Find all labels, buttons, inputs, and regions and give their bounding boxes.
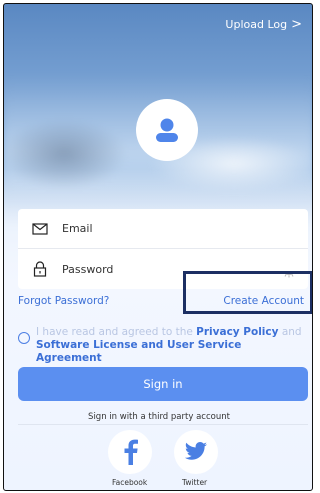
login-screen: Upload Log > Email Password Forgot Passw… bbox=[3, 3, 313, 491]
email-input[interactable]: Email bbox=[62, 222, 93, 235]
twitter-button[interactable] bbox=[174, 430, 218, 474]
agreement-row: I have read and agreed to the Privacy Po… bbox=[18, 326, 308, 365]
user-avatar-icon bbox=[156, 118, 178, 142]
facebook-button[interactable] bbox=[108, 430, 152, 474]
upload-log-link[interactable]: Upload Log > bbox=[225, 18, 302, 31]
email-field[interactable]: Email bbox=[18, 209, 308, 249]
third-party-caption: Sign in with a third party account bbox=[88, 412, 230, 422]
password-input[interactable]: Password bbox=[62, 263, 113, 276]
sign-in-button[interactable]: Sign in bbox=[18, 367, 308, 401]
facebook-icon bbox=[124, 439, 138, 465]
chevron-right-icon: > bbox=[291, 17, 302, 32]
software-license-link[interactable]: Software License and User Service Agreem… bbox=[36, 339, 241, 364]
twitter-label: Twitter bbox=[182, 478, 208, 487]
user-avatar[interactable] bbox=[136, 99, 198, 161]
highlight-box bbox=[183, 271, 312, 314]
agreement-prefix: I have read and agreed to the bbox=[36, 326, 197, 338]
agreement-text: I have read and agreed to the Privacy Po… bbox=[36, 326, 308, 365]
privacy-policy-link[interactable]: Privacy Policy bbox=[196, 326, 278, 338]
facebook-label: Facebook bbox=[112, 478, 148, 487]
lock-icon bbox=[18, 261, 62, 277]
twitter-icon bbox=[184, 442, 207, 460]
divider bbox=[18, 424, 308, 425]
agreement-and: and bbox=[278, 326, 302, 338]
mail-icon bbox=[18, 222, 62, 235]
agree-radio[interactable] bbox=[18, 332, 30, 344]
forgot-password-link[interactable]: Forgot Password? bbox=[18, 295, 109, 307]
upload-log-label: Upload Log bbox=[225, 18, 288, 31]
